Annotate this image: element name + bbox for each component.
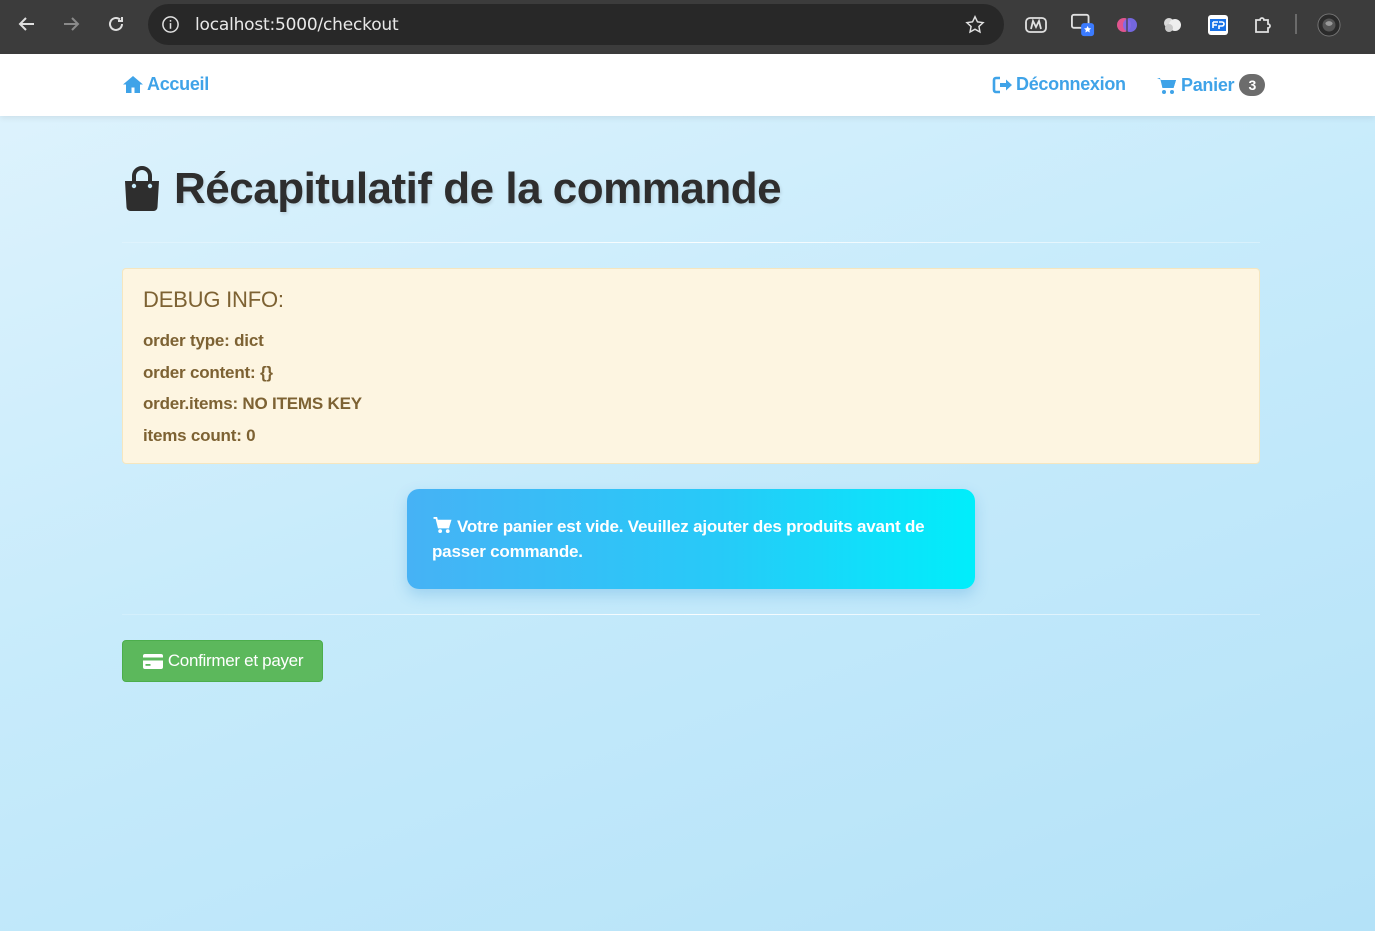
extension-fp-icon[interactable] xyxy=(1206,13,1230,37)
nav-home-link[interactable]: Accueil xyxy=(122,74,209,95)
cart-count-badge: 3 xyxy=(1239,74,1266,96)
extensions-puzzle-icon[interactable] xyxy=(1251,13,1275,37)
top-navbar: Accueil Déconnexion Panier 3 xyxy=(0,54,1375,116)
back-button[interactable] xyxy=(16,13,38,35)
shopping-bag-icon xyxy=(125,166,159,211)
arrow-left-icon xyxy=(18,17,34,31)
home-icon xyxy=(123,76,143,93)
confirm-pay-label: Confirmer et payer xyxy=(167,651,304,670)
debug-heading: DEBUG INFO: xyxy=(143,287,284,312)
forward-button[interactable] xyxy=(60,13,82,35)
alert-text: Votre panier est vide. Veuillez ajouter … xyxy=(432,517,925,561)
url-text[interactable]: localhost:5000/checkout xyxy=(195,15,399,35)
divider xyxy=(122,242,1260,243)
debug-line: order.items: NO ITEMS KEY xyxy=(143,394,362,413)
profile-avatar[interactable] xyxy=(1317,13,1341,37)
sign-out-icon xyxy=(992,76,1012,93)
reload-icon xyxy=(109,16,123,31)
extension-m-icon[interactable] xyxy=(1024,13,1048,37)
page-header: Récapitulatif de la commande xyxy=(122,164,782,214)
address-bar[interactable]: localhost:5000/checkout xyxy=(148,4,1004,45)
confirm-pay-button[interactable]: Confirmer et payer xyxy=(122,640,323,682)
bookmark-star-icon[interactable] xyxy=(964,14,986,36)
debug-line: order type: dict xyxy=(143,331,264,350)
extension-screen-icon[interactable] xyxy=(1071,13,1095,37)
toolbar-separator xyxy=(1295,14,1297,34)
nav-logout-label: Déconnexion xyxy=(1016,74,1126,94)
debug-line: items count: 0 xyxy=(143,425,256,445)
shopping-cart-icon xyxy=(1157,77,1176,94)
debug-line: order content: {} xyxy=(143,362,273,382)
shopping-cart-icon xyxy=(433,516,452,534)
info-icon[interactable] xyxy=(161,15,180,34)
nav-logout-link[interactable]: Déconnexion xyxy=(992,74,1126,95)
extension-brain-icon[interactable] xyxy=(1115,13,1139,37)
nav-cart-link[interactable]: Panier 3 xyxy=(1156,74,1266,96)
page-body: Accueil Déconnexion Panier 3 Récapitulat… xyxy=(0,54,1375,931)
extension-cloud-icon[interactable] xyxy=(1160,13,1184,37)
debug-info-panel: DEBUG INFO: order type: dict order conte… xyxy=(122,268,1260,464)
arrow-right-icon xyxy=(64,17,80,31)
reload-button[interactable] xyxy=(105,13,127,35)
divider xyxy=(122,614,1260,615)
nav-cart-label: Panier xyxy=(1181,74,1235,95)
browser-toolbar: localhost:5000/checkout xyxy=(0,0,1375,54)
page-title: Récapitulatif de la commande xyxy=(174,164,782,213)
credit-card-icon xyxy=(142,653,163,669)
empty-cart-alert: Votre panier est vide. Veuillez ajouter … xyxy=(407,489,975,589)
nav-home-label: Accueil xyxy=(147,74,209,94)
